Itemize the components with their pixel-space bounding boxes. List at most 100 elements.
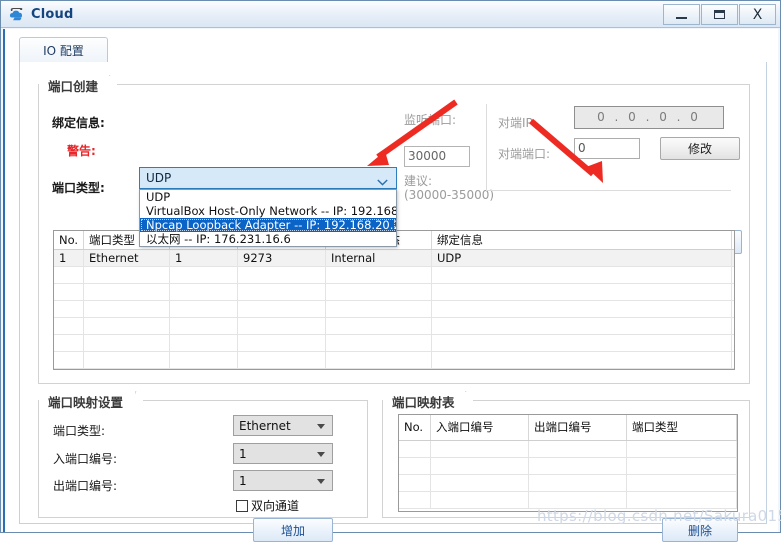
bind-info-dropdown-list[interactable]: UDP VirtualBox Host-Only Network -- IP: 1… [139, 189, 397, 247]
bind-info-option-1[interactable]: VirtualBox Host-Only Network -- IP: 192.… [140, 204, 396, 218]
peer-port-input[interactable]: 0 [574, 138, 640, 159]
mapping-table-row-empty[interactable] [399, 475, 737, 492]
tab-io-config[interactable]: IO 配置 [19, 37, 108, 63]
mapping-table-cell-empty [627, 492, 737, 508]
port-table-cell-empty [54, 335, 84, 351]
port-table-cell-empty [432, 352, 732, 368]
port-table-cell-empty [432, 284, 732, 300]
port-table-cell-empty [84, 318, 170, 334]
mapping-port-type-label: 端口类型: [53, 424, 106, 438]
group-mapping-settings-left-line [38, 400, 39, 517]
port-table-cell-empty [326, 352, 432, 368]
mapping-in-port-select[interactable]: 1 [233, 443, 333, 464]
group-port-create-right-line [749, 84, 750, 383]
port-table-cell-empty [326, 301, 432, 317]
mapping-table-row-empty[interactable] [399, 441, 737, 458]
port-table-cell-empty [432, 267, 732, 283]
mapping-table-cell-empty [399, 475, 431, 491]
port-table-cell-empty [326, 318, 432, 334]
mapping-table-cell-empty [529, 441, 627, 457]
mapping-table-cell-empty [431, 458, 529, 474]
group-port-create-top-line [117, 84, 750, 85]
mapping-table-cell-empty [399, 441, 431, 457]
port-table-cell-empty [238, 301, 326, 317]
bind-info-combobox[interactable]: UDP [139, 167, 397, 189]
mapping-table-row-empty[interactable] [399, 458, 737, 475]
mapping-table-cell-empty [399, 458, 431, 474]
peer-port-label: 对端端口: [498, 147, 551, 161]
modify-button[interactable]: 修改 [660, 137, 740, 160]
title-bar: Cloud X [1, 1, 780, 28]
mapping-add-button[interactable]: 增加 [253, 518, 333, 542]
bind-info-label: 绑定信息: [52, 116, 105, 130]
chevron-down-icon [317, 478, 325, 484]
port-table-cell-empty [326, 369, 432, 370]
port-table-body: 1 Ethernet 1 9273 Internal UDP [54, 250, 734, 370]
peer-panel-divider [486, 104, 487, 190]
bind-info-option-0[interactable]: UDP [140, 190, 396, 204]
port-table-cell-empty [432, 318, 732, 334]
close-button[interactable]: X [739, 4, 776, 25]
table-row[interactable]: 1 Ethernet 1 9273 Internal UDP [54, 250, 734, 267]
port-table-cell-empty [170, 301, 238, 317]
warning-label: 警告: [67, 144, 96, 158]
group-mapping-table-top-line [473, 400, 750, 401]
table-row-empty[interactable] [54, 369, 734, 370]
table-row-empty[interactable] [54, 284, 734, 301]
mapping-table-col-1: 入端口编号 [431, 415, 529, 440]
bind-info-option-3[interactable]: 以太网 -- IP: 176.231.16.6 [140, 232, 396, 246]
port-table-cell: Internal [326, 250, 432, 266]
table-row-empty[interactable] [54, 301, 734, 318]
minimize-button[interactable] [663, 4, 700, 25]
maximize-button[interactable] [701, 4, 738, 25]
port-table-cell: 1 [54, 250, 84, 266]
table-row-empty[interactable] [54, 267, 734, 284]
mapping-table[interactable]: No. 入端口编号 出端口编号 端口类型 [398, 414, 738, 512]
port-table-cell-empty [326, 284, 432, 300]
bidirectional-checkbox-label: 双向通道 [251, 499, 300, 513]
port-table-cell-empty [54, 318, 84, 334]
mapping-table-cell-empty [627, 458, 737, 474]
group-mapping-table-left-line [382, 400, 383, 517]
table-row-empty[interactable] [54, 335, 734, 352]
table-row-empty[interactable] [54, 318, 734, 335]
mapping-table-cell-empty [431, 475, 529, 491]
mapping-table-cell-empty [431, 441, 529, 457]
mapping-table-cell-empty [627, 475, 737, 491]
port-table-cell-empty [54, 352, 84, 368]
checkbox-box-icon [236, 499, 248, 512]
bind-info-option-2[interactable]: Npcap Loopback Adapter -- IP: 192.168.20… [140, 218, 396, 232]
port-table-col-0: No. [54, 231, 84, 249]
window-title: Cloud [31, 6, 74, 22]
close-icon: X [752, 6, 763, 23]
minimize-icon [676, 17, 687, 19]
bidirectional-checkbox[interactable]: 双向通道 [236, 497, 299, 514]
port-table-cell-empty [84, 301, 170, 317]
suggest-label: 建议: [404, 174, 433, 188]
port-table-cell-empty [432, 301, 732, 317]
group-mapping-table-title: 端口映射表 [390, 392, 467, 410]
mapping-table-cell-empty [529, 458, 627, 474]
maximize-icon [714, 10, 725, 19]
mapping-out-port-select[interactable]: 1 [233, 470, 333, 491]
table-row-empty[interactable] [54, 352, 734, 369]
peer-ip-input[interactable]: 0 . 0 . 0 . 0 [574, 106, 724, 129]
cloud-window: Cloud X IO 配置 端口创建 绑定信息: 警告: 端口类型: 监听端口:… [0, 0, 781, 542]
chevron-down-icon [317, 423, 325, 429]
port-table-cell: 9273 [238, 250, 326, 266]
mapping-in-port-label: 入端口编号: [53, 452, 118, 466]
port-table[interactable]: No.端口类型端口编号UDP端口号端口开放状态绑定信息 1Ethernet192… [53, 230, 735, 370]
mapping-out-port-value: 1 [239, 473, 247, 488]
port-table-cell-empty [54, 301, 84, 317]
listen-port-label: 监听端口: [404, 113, 457, 127]
listen-port-input[interactable]: 30000 [404, 146, 470, 167]
group-mapping-table-right-line [749, 400, 750, 517]
port-type-label: 端口类型: [52, 181, 105, 195]
port-table-cell-empty [170, 352, 238, 368]
tab-strip: IO 配置 [19, 37, 767, 63]
group-port-create-left-line [38, 84, 39, 383]
mapping-port-type-select[interactable]: Ethernet [233, 415, 333, 436]
tab-page: 端口创建 绑定信息: 警告: 端口类型: 监听端口: 30000 建议: (30… [19, 62, 767, 542]
peer-ip-label: 对端IP: [498, 116, 537, 130]
group-mapping-settings-title: 端口映射设置 [46, 392, 136, 410]
